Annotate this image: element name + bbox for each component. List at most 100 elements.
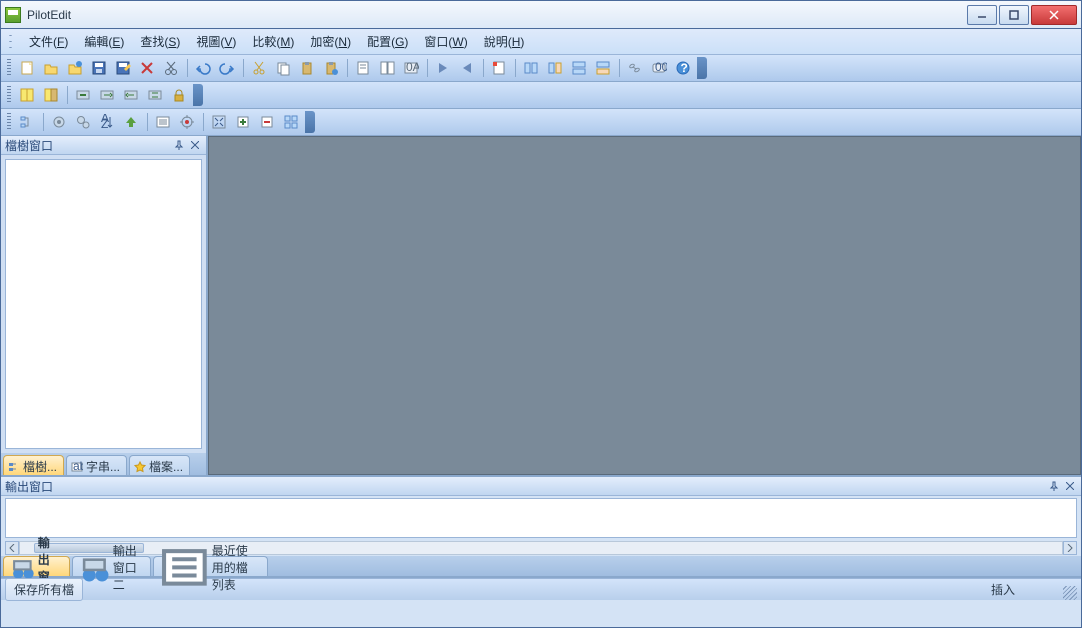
left-tab-fav[interactable]: 檔案... [129,455,190,475]
grp4-icon[interactable] [592,57,614,79]
window-title: PilotEdit [27,8,965,22]
output-header: 輸出窗口 [1,477,1081,496]
left-tab-tree[interactable]: 檔樹... [3,455,64,475]
copy-icon[interactable] [272,57,294,79]
grp1-icon[interactable] [520,57,542,79]
toolbar-overflow-icon[interactable] [193,84,203,106]
cut-icon[interactable] [160,57,182,79]
svg-text:0A10: 0A10 [406,60,419,74]
cfg1-icon[interactable] [48,111,70,133]
lock-icon[interactable] [168,84,190,106]
redo-icon[interactable] [216,57,238,79]
file-tree-title: 檔樹窗口 [5,137,53,154]
file-tree-header: 檔樹窗口 [1,136,206,155]
hex-icon[interactable]: 0A10 [400,57,422,79]
cfg2-icon[interactable] [72,111,94,133]
toolbar-overflow-icon[interactable] [305,111,315,133]
pane-close-icon[interactable] [1063,479,1077,493]
sort-icon[interactable]: AZ [96,111,118,133]
menu-g[interactable]: 配置(G) [359,29,416,54]
sync3-icon[interactable] [120,84,142,106]
toolbar-separator [240,57,246,79]
output-tab[interactable]: 輸出窗口 [3,556,70,576]
output-tab[interactable]: 最近使用的檔列表 [153,556,268,576]
doc1-icon[interactable] [352,57,374,79]
undo-icon[interactable] [192,57,214,79]
menu-h[interactable]: 說明(H) [476,29,533,54]
cmp1-icon[interactable] [16,84,38,106]
mark-icon[interactable] [488,57,510,79]
cmp2-icon[interactable] [40,84,62,106]
menu-s[interactable]: 查找(S) [132,29,188,54]
counter-icon[interactable]: 00 [648,57,670,79]
editor-area[interactable] [208,136,1081,475]
scroll-left-icon[interactable] [5,541,19,555]
menu-v[interactable]: 視圖(V) [188,29,244,54]
sync1-icon[interactable] [72,84,94,106]
paste-special-icon[interactable] [320,57,342,79]
resize-grip-icon[interactable] [1063,586,1077,600]
link-icon[interactable] [624,57,646,79]
menu-e[interactable]: 編輯(E) [76,29,132,54]
delete-icon[interactable] [136,57,158,79]
menu-n[interactable]: 加密(N) [302,29,359,54]
tile-icon[interactable] [280,111,302,133]
tab-label: 輸出窗口二 [113,542,142,593]
open-remote-icon[interactable] [64,57,86,79]
file-tree-body[interactable] [5,159,202,449]
tab-label: 最近使用的檔列表 [212,542,259,593]
toolbar-overflow-icon[interactable] [697,57,707,79]
tab-label: 字串... [86,458,120,475]
sync2-icon[interactable] [96,84,118,106]
toolbar-separator [424,57,430,79]
close-button[interactable] [1031,5,1077,25]
toolbar-main: 0A10 00? [1,55,1081,82]
sync4-icon[interactable] [144,84,166,106]
tree-refresh-icon[interactable] [16,111,38,133]
status-save-all[interactable]: 保存所有檔 [5,578,83,601]
menu-bar: 文件(F)編輯(E)查找(S)視圖(V)比較(M)加密(N)配置(G)窗口(W)… [1,29,1081,55]
pane-close-icon[interactable] [188,138,202,152]
toolbar-grip-icon [7,59,11,77]
new-icon[interactable] [16,57,38,79]
save-icon[interactable] [88,57,110,79]
doc2-icon[interactable] [376,57,398,79]
prev-icon[interactable] [456,57,478,79]
menu-f[interactable]: 文件(F) [21,29,76,54]
pin-icon[interactable] [1047,479,1061,493]
output-body[interactable] [5,498,1077,538]
plus-icon[interactable] [232,111,254,133]
minus-icon[interactable] [256,111,278,133]
maximize-button[interactable] [999,5,1029,25]
help-icon[interactable]: ? [672,57,694,79]
target-icon[interactable] [176,111,198,133]
paste-icon[interactable] [296,57,318,79]
scroll-right-icon[interactable] [1063,541,1077,555]
toolbar-tree: AZ [1,109,1081,136]
left-tab-string[interactable]: ab字串... [66,455,127,475]
scissors-icon[interactable] [248,57,270,79]
grp2-icon[interactable] [544,57,566,79]
pin-icon[interactable] [172,138,186,152]
toolbar-separator [344,57,350,79]
svg-text:ab: ab [73,461,83,473]
expand-icon[interactable] [208,111,230,133]
toolbar-compare [1,82,1081,109]
open-icon[interactable] [40,57,62,79]
toolbar-separator [144,111,150,133]
tab-label: 檔案... [149,458,183,475]
next-icon[interactable] [432,57,454,79]
output-tab[interactable]: 輸出窗口二 [72,556,151,576]
minimize-button[interactable] [967,5,997,25]
menu-w[interactable]: 窗口(W) [416,29,475,54]
grp3-icon[interactable] [568,57,590,79]
toolbar-separator [64,84,70,106]
up-icon[interactable] [120,111,142,133]
list-icon[interactable] [152,111,174,133]
menu-m[interactable]: 比較(M) [244,29,302,54]
app-icon [5,7,21,23]
save-as-icon[interactable] [112,57,134,79]
tab-label: 檔樹... [23,458,57,475]
output-title: 輸出窗口 [5,478,53,495]
left-pane-tabs: 檔樹... ab字串... 檔案... [1,453,206,475]
